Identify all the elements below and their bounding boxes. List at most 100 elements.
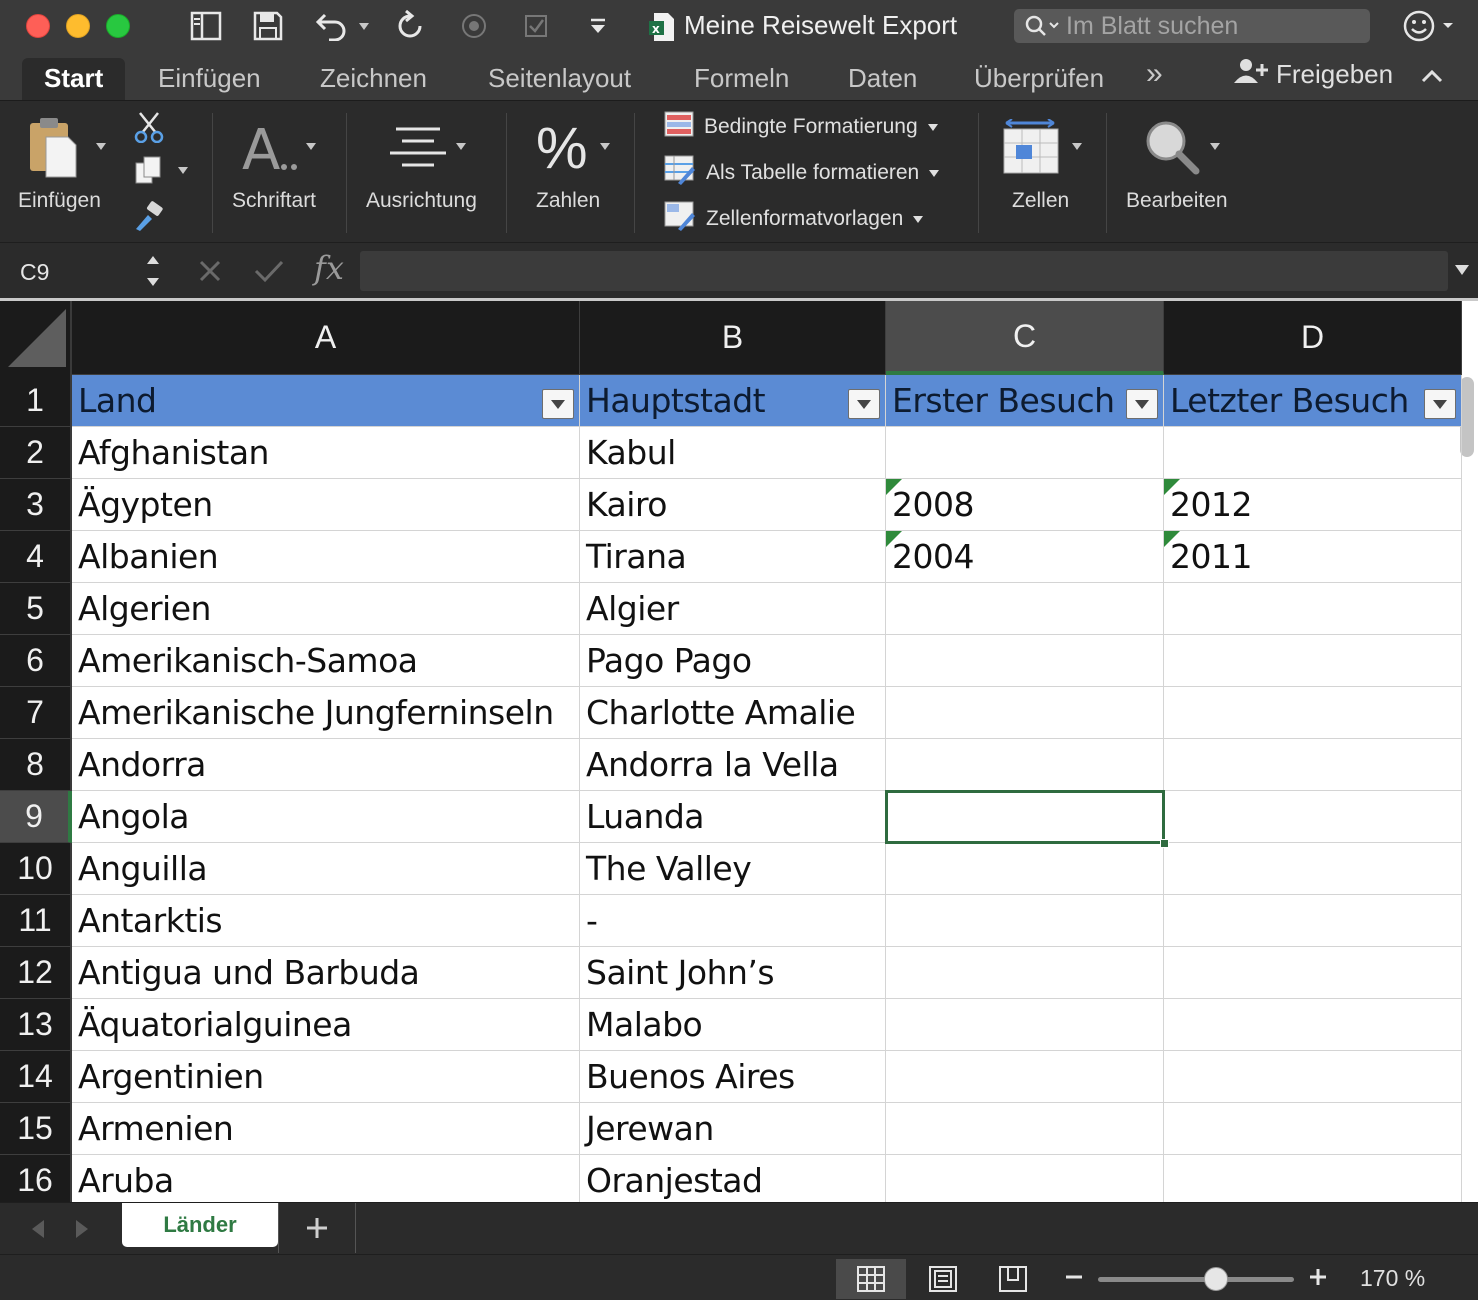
select-all-corner[interactable] <box>0 301 72 375</box>
table-cell[interactable] <box>1164 583 1462 635</box>
table-cell[interactable]: Amerikanische Jungferninseln <box>72 687 580 739</box>
table-cell[interactable] <box>886 687 1164 739</box>
row-header[interactable]: 4 <box>0 531 72 583</box>
number-as-text-warning-icon[interactable] <box>1164 531 1180 547</box>
scroll-sheets-right-icon[interactable] <box>74 1219 90 1244</box>
table-cell[interactable] <box>886 739 1164 791</box>
maximize-window-button[interactable] <box>106 14 130 38</box>
table-header-cell[interactable]: Land <box>72 375 580 427</box>
row-header[interactable]: 10 <box>0 843 72 895</box>
table-cell[interactable]: Algerien <box>72 583 580 635</box>
row-header[interactable]: 12 <box>0 947 72 999</box>
table-cell[interactable]: Jerewan <box>580 1103 886 1155</box>
row-header[interactable]: 14 <box>0 1051 72 1103</box>
table-cell[interactable]: Amerikanisch-Samoa <box>72 635 580 687</box>
table-cell[interactable] <box>1164 739 1462 791</box>
table-cell[interactable]: Anguilla <box>72 843 580 895</box>
table-cell[interactable] <box>886 1103 1164 1155</box>
row-header[interactable]: 5 <box>0 583 72 635</box>
row-header[interactable]: 8 <box>0 739 72 791</box>
table-cell[interactable]: Argentinien <box>72 1051 580 1103</box>
formula-input[interactable] <box>360 251 1448 291</box>
expand-formula-bar-icon[interactable] <box>1454 263 1470 282</box>
table-cell[interactable]: Albanien <box>72 531 580 583</box>
table-cell[interactable]: 2008 <box>886 479 1164 531</box>
vertical-scrollbar[interactable] <box>1460 377 1474 457</box>
table-cell[interactable]: 2011 <box>1164 531 1462 583</box>
tab-seitenlayout[interactable]: Seitenlayout <box>488 58 631 100</box>
table-cell[interactable] <box>886 843 1164 895</box>
number-as-text-warning-icon[interactable] <box>886 479 902 495</box>
alignment-icon[interactable] <box>390 125 446 174</box>
table-cell[interactable] <box>1164 687 1462 739</box>
page-break-view-button[interactable] <box>978 1259 1048 1299</box>
close-window-button[interactable] <box>26 14 50 38</box>
number-dropdown-icon[interactable] <box>600 143 610 150</box>
edit-dropdown-icon[interactable] <box>1210 143 1220 150</box>
table-cell[interactable] <box>886 999 1164 1051</box>
copy-icon[interactable] <box>134 155 164 192</box>
tab-start[interactable]: Start <box>22 58 126 100</box>
paste-button[interactable] <box>28 117 82 184</box>
table-cell[interactable] <box>1164 427 1462 479</box>
zoom-slider-handle[interactable] <box>1204 1267 1228 1291</box>
row-header[interactable]: 6 <box>0 635 72 687</box>
table-cell[interactable]: Armenien <box>72 1103 580 1155</box>
feedback-smiley-icon[interactable] <box>1402 9 1454 48</box>
tab-ueberpruefen[interactable]: Überprüfen <box>974 58 1104 100</box>
table-cell[interactable]: The Valley <box>580 843 886 895</box>
table-cell[interactable] <box>1164 843 1462 895</box>
add-sheet-button[interactable] <box>278 1203 356 1253</box>
tab-zeichnen[interactable]: Zeichnen <box>320 58 427 100</box>
table-header-cell[interactable]: Erster Besuch <box>886 375 1164 427</box>
table-cell[interactable] <box>1164 1051 1462 1103</box>
row-header[interactable]: 13 <box>0 999 72 1051</box>
table-cell[interactable]: Antigua und Barbuda <box>72 947 580 999</box>
row-header[interactable]: 9 <box>0 791 72 843</box>
cut-icon[interactable] <box>134 111 164 148</box>
normal-view-button[interactable] <box>836 1259 906 1299</box>
table-cell[interactable]: Charlotte Amalie <box>580 687 886 739</box>
table-cell[interactable]: Kairo <box>580 479 886 531</box>
save-icon[interactable] <box>250 10 286 42</box>
table-cell[interactable]: Tirana <box>580 531 886 583</box>
column-header-a[interactable]: A <box>72 301 580 375</box>
table-cell[interactable] <box>1164 895 1462 947</box>
copy-dropdown-icon[interactable] <box>178 167 188 174</box>
sheet-tab-laender[interactable]: Länder <box>122 1203 278 1247</box>
font-dropdown-icon[interactable] <box>306 143 316 150</box>
table-cell[interactable] <box>886 947 1164 999</box>
table-cell[interactable]: Pago Pago <box>580 635 886 687</box>
alignment-dropdown-icon[interactable] <box>456 143 466 150</box>
page-layout-view-button[interactable] <box>908 1259 978 1299</box>
table-cell[interactable]: Afghanistan <box>72 427 580 479</box>
table-cell[interactable] <box>886 895 1164 947</box>
table-cell[interactable]: Andorra <box>72 739 580 791</box>
row-header[interactable]: 16 <box>0 1155 72 1202</box>
table-cell[interactable]: 2004 <box>886 531 1164 583</box>
magnifier-icon[interactable] <box>1144 119 1200 180</box>
fill-handle[interactable] <box>1160 839 1169 848</box>
table-cell[interactable] <box>886 1155 1164 1202</box>
cells-dropdown-icon[interactable] <box>1072 143 1082 150</box>
table-cell[interactable]: Aruba <box>72 1155 580 1202</box>
spreadsheet-grid[interactable]: A B C D 1 Land Hauptstadt Erster Besuch Letzter … <box>0 298 1478 1202</box>
filter-dropdown-button[interactable] <box>1424 389 1456 419</box>
column-header-b[interactable]: B <box>580 301 886 375</box>
table-cell[interactable]: Angola <box>72 791 580 843</box>
conditional-formatting-button[interactable]: Bedingte Formatierung <box>664 109 938 145</box>
percent-icon[interactable]: % <box>536 115 588 182</box>
name-box-stepper-icon[interactable] <box>146 253 160 294</box>
table-cell[interactable]: Malabo <box>580 999 886 1051</box>
row-header[interactable]: 15 <box>0 1103 72 1155</box>
table-cell[interactable]: Oranjestad <box>580 1155 886 1202</box>
record-macro-icon[interactable] <box>458 10 490 42</box>
column-header-d[interactable]: D <box>1164 301 1462 375</box>
table-cell[interactable] <box>886 791 1164 843</box>
zoom-out-button[interactable] <box>1064 1267 1084 1292</box>
tab-daten[interactable]: Daten <box>848 58 917 100</box>
format-painter-icon[interactable] <box>132 201 166 238</box>
redo-icon[interactable] <box>392 10 428 42</box>
confirm-entry-icon[interactable] <box>254 259 284 288</box>
table-cell[interactable] <box>886 1051 1164 1103</box>
